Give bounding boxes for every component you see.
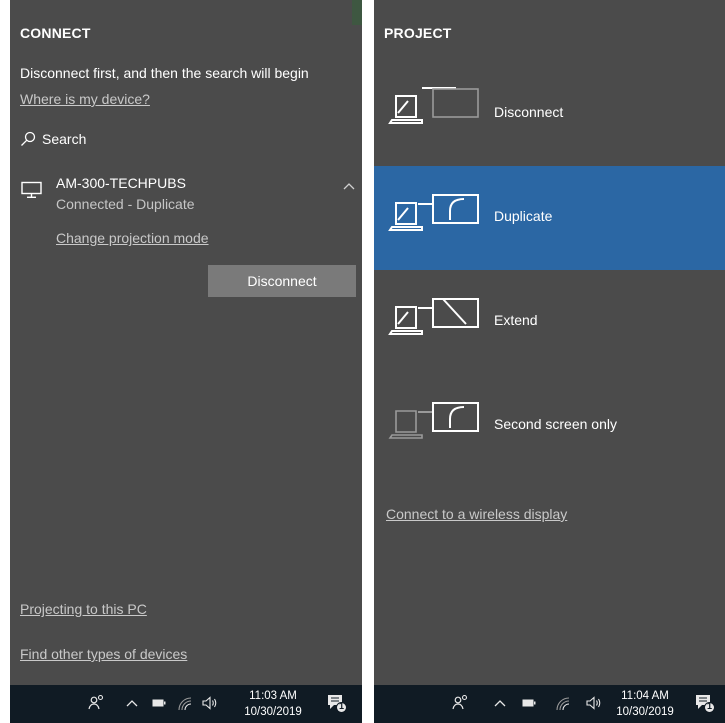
clock[interactable]: 11:04 AM 10/30/2019 xyxy=(610,688,680,720)
duplicate-icon xyxy=(388,194,479,231)
project-title: PROJECT xyxy=(384,25,452,41)
where-is-my-device-link[interactable]: Where is my device? xyxy=(20,91,150,107)
people-icon[interactable] xyxy=(88,694,106,710)
chevron-up-icon[interactable] xyxy=(126,699,138,707)
background-strip xyxy=(352,0,362,25)
notification-icon xyxy=(328,695,347,713)
find-other-devices-link[interactable]: Find other types of devices xyxy=(20,646,187,662)
clock-time: 11:04 AM xyxy=(621,690,669,702)
project-option-duplicate[interactable]: Duplicate xyxy=(374,166,725,270)
project-panel: PROJECT Disconnect Duplicate Extend Seco… xyxy=(374,0,725,685)
project-option-disconnect[interactable]: Disconnect xyxy=(374,62,725,166)
device-name: AM-300-TECHPUBS xyxy=(56,175,186,191)
projecting-to-this-pc-link[interactable]: Projecting to this PC xyxy=(20,601,147,617)
notification-count: 1 xyxy=(707,701,713,711)
search-icon xyxy=(21,131,36,146)
connect-panel: CONNECT Disconnect first, and then the s… xyxy=(10,0,362,685)
option-label: Duplicate xyxy=(494,208,553,224)
chevron-up-icon[interactable] xyxy=(494,699,506,707)
project-option-second-screen-only[interactable]: Second screen only xyxy=(374,374,725,478)
pc-screen-only-icon xyxy=(388,87,479,124)
connect-title: CONNECT xyxy=(20,25,91,41)
notification-center-button[interactable]: 1 xyxy=(694,692,716,714)
notification-count: 1 xyxy=(339,701,345,711)
project-option-extend[interactable]: Extend xyxy=(374,270,725,374)
monitor-icon xyxy=(21,181,42,198)
volume-icon[interactable] xyxy=(586,696,602,710)
connect-wireless-display-link[interactable]: Connect to a wireless display xyxy=(386,506,567,522)
search-label: Search xyxy=(42,131,87,147)
clock-time: 11:03 AM xyxy=(249,690,297,702)
change-projection-mode-link[interactable]: Change projection mode xyxy=(56,230,209,246)
taskbar-right: 11:04 AM 10/30/2019 1 xyxy=(374,685,725,723)
people-icon[interactable] xyxy=(452,694,470,710)
option-label: Disconnect xyxy=(494,104,564,120)
option-label: Second screen only xyxy=(494,416,617,432)
screenshot-separator xyxy=(362,0,374,723)
search-button[interactable]: Search xyxy=(20,131,86,147)
clock-date: 10/30/2019 xyxy=(616,706,674,718)
notification-center-button[interactable]: 1 xyxy=(326,692,348,714)
taskbar-left: 11:03 AM 10/30/2019 1 xyxy=(10,685,362,723)
option-label: Extend xyxy=(494,312,538,328)
clock[interactable]: 11:03 AM 10/30/2019 xyxy=(238,688,308,720)
chevron-up-icon[interactable] xyxy=(342,181,356,191)
volume-icon[interactable] xyxy=(202,696,218,710)
second-screen-only-icon xyxy=(388,402,479,439)
battery-icon[interactable] xyxy=(522,699,536,707)
battery-icon[interactable] xyxy=(152,699,166,707)
connect-message: Disconnect first, and then the search wi… xyxy=(20,65,309,81)
extend-icon xyxy=(388,298,479,335)
disconnect-button[interactable]: Disconnect xyxy=(208,265,356,297)
notification-icon xyxy=(696,695,715,713)
device-status: Connected - Duplicate xyxy=(56,196,195,212)
clock-date: 10/30/2019 xyxy=(244,706,302,718)
wifi-icon[interactable] xyxy=(178,697,192,711)
wifi-icon[interactable] xyxy=(556,697,570,711)
